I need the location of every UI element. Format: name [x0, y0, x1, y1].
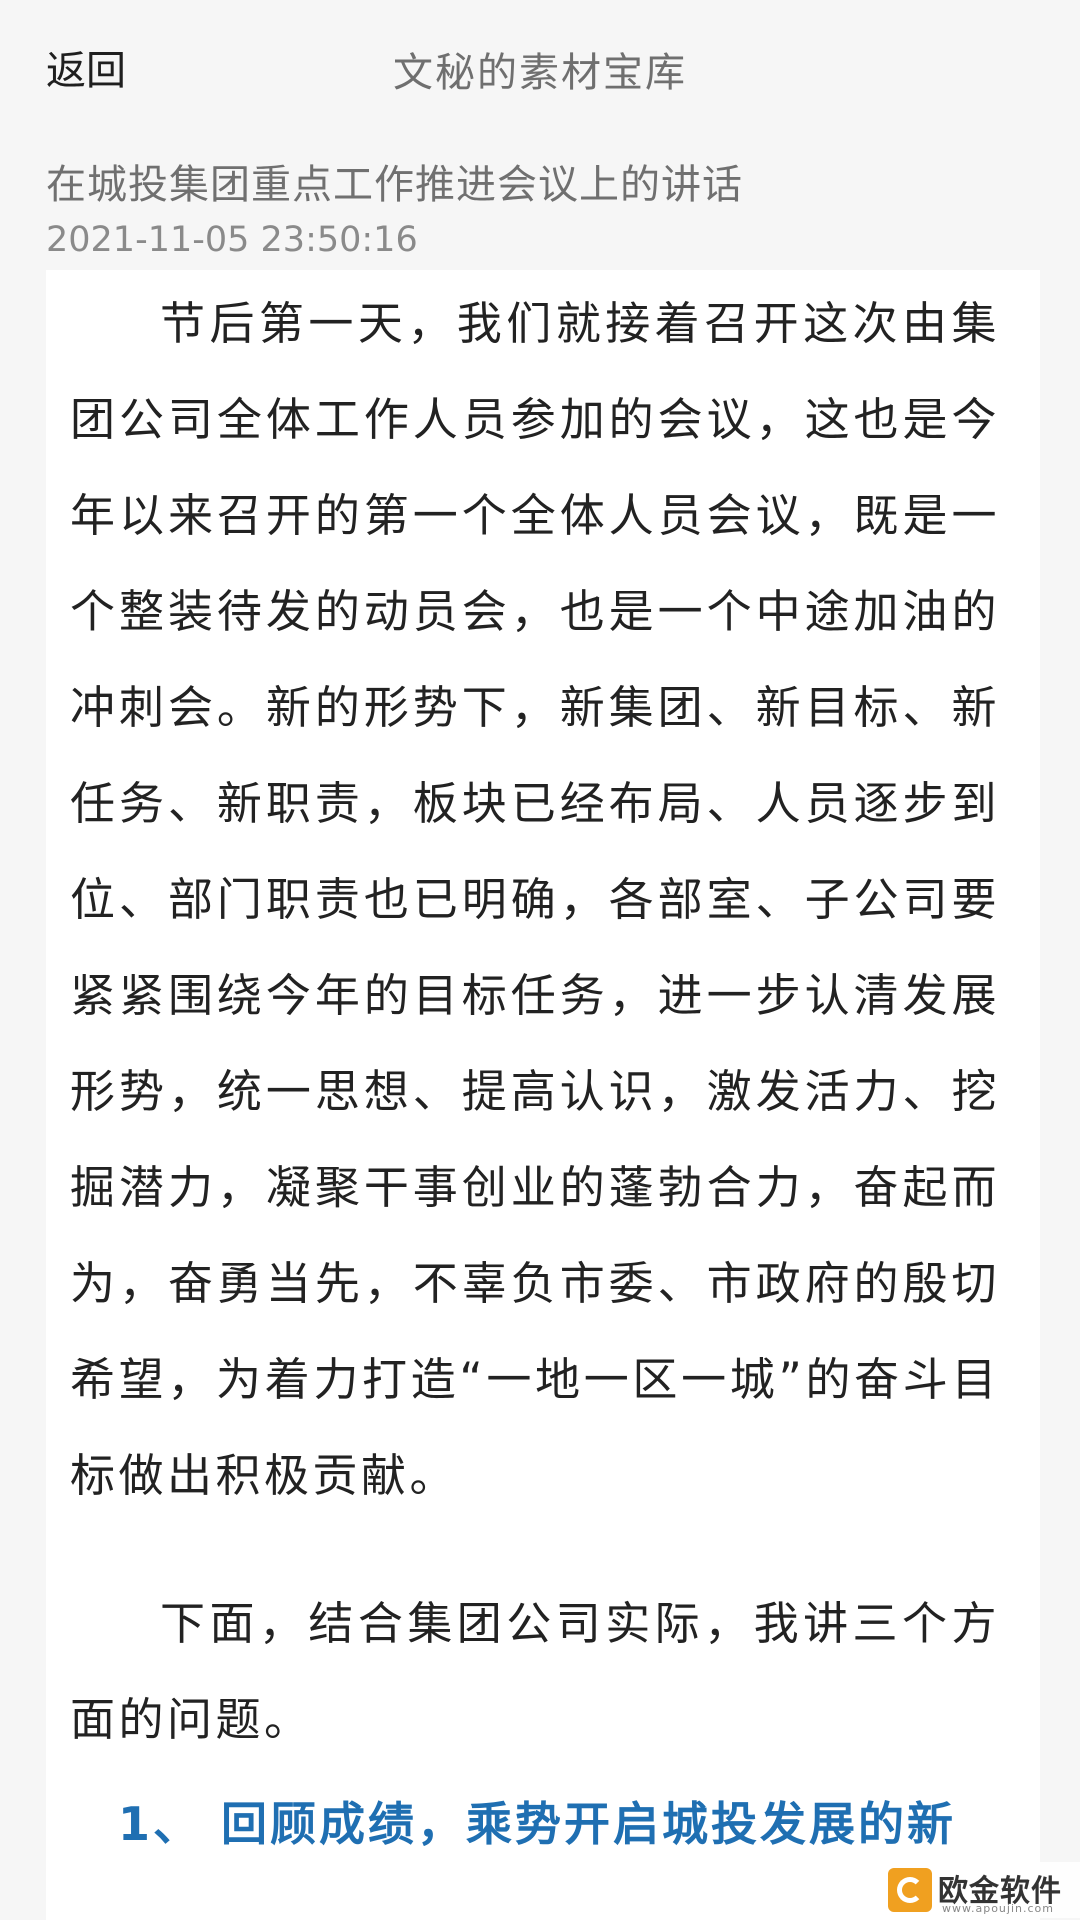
- section-heading: 1、 回顾成绩，乘势开启城投发展的新: [118, 1797, 957, 1851]
- article-timestamp: 2021-11-05 23:50:16: [46, 220, 418, 260]
- watermark-logo-icon: [888, 1868, 932, 1912]
- top-navigation-bar: 返回 文秘的素材宝库: [0, 0, 1080, 136]
- watermark-logo: 欧金软件园 www.apoujin.com: [884, 1862, 1080, 1920]
- article-body: 节后第一天，我们就接着召开这次由集团公司全体工作人员参加的会议，这也是今年以来召…: [46, 270, 1040, 1920]
- page-title: 文秘的素材宝库: [393, 50, 687, 96]
- article-paragraph: 节后第一天，我们就接着召开这次由集团公司全体工作人员参加的会议，这也是今年以来召…: [70, 297, 1000, 1502]
- article-paragraph: 下面，结合集团公司实际，我讲三个方面的问题。: [70, 1597, 1000, 1746]
- article-title: 在城投集团重点工作推进会议上的讲话: [46, 162, 743, 208]
- watermark-url: www.apoujin.com: [942, 1902, 1054, 1915]
